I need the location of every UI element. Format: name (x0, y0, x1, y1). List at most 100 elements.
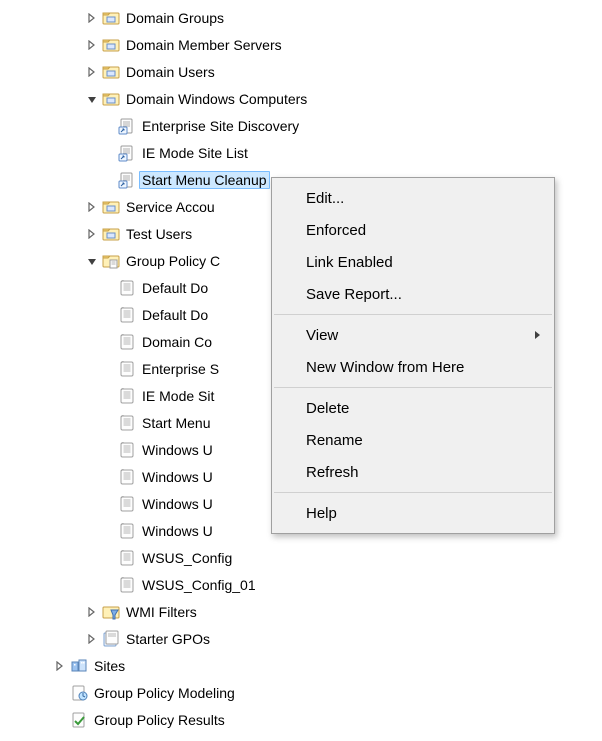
wmi-filters-icon (102, 603, 120, 621)
menu-item-link-enabled[interactable]: Link Enabled (274, 246, 552, 278)
tree-item-label: Windows U (140, 442, 215, 458)
tree-item-label: Domain Member Servers (124, 37, 284, 53)
ou-folder-icon (102, 225, 120, 243)
tree-item-label: Start Menu Cleanup (139, 171, 270, 189)
ou-folder-icon (102, 198, 120, 216)
gpo-icon (118, 549, 136, 567)
gpo-icon (118, 495, 136, 513)
gpo-icon (118, 576, 136, 594)
tree-item-label: WSUS_Config_01 (140, 577, 258, 593)
ou-folder-icon (102, 9, 120, 27)
tree-item-label: Group Policy C (124, 253, 222, 269)
expand-icon[interactable] (84, 604, 100, 620)
gpo-icon (118, 333, 136, 351)
tree-item-domain-windows-computers[interactable]: Domain Windows Computers (0, 85, 602, 112)
tree-item-label: Windows U (140, 496, 215, 512)
gpo-icon (118, 306, 136, 324)
gp-modeling-icon (70, 684, 88, 702)
menu-item-label: Refresh (306, 464, 359, 481)
expand-icon[interactable] (84, 10, 100, 26)
gpo-icon (118, 414, 136, 432)
tree-item-label: Default Do (140, 280, 210, 296)
tree-item-domain-groups[interactable]: Domain Groups (0, 4, 602, 31)
menu-item-enforced[interactable]: Enforced (274, 214, 552, 246)
tree-item-label: IE Mode Site List (140, 145, 250, 161)
collapse-icon[interactable] (84, 91, 100, 107)
gpo-icon (118, 279, 136, 297)
menu-item-delete[interactable]: Delete (274, 392, 552, 424)
expand-icon[interactable] (84, 631, 100, 647)
submenu-arrow-icon (534, 327, 542, 344)
gpo-folder-icon (102, 252, 120, 270)
tree-item-label: Default Do (140, 307, 210, 323)
gpo-link-icon (118, 117, 136, 135)
tree-item-label: Group Policy Results (92, 712, 227, 728)
ou-folder-icon (102, 36, 120, 54)
menu-item-label: New Window from Here (306, 359, 464, 376)
expand-icon[interactable] (84, 199, 100, 215)
tree-item-wmi-filters[interactable]: WMI Filters (0, 598, 602, 625)
menu-item-label: Enforced (306, 222, 366, 239)
tree-item-label: WMI Filters (124, 604, 199, 620)
tree-item-wsus-config[interactable]: WSUS_Config (0, 544, 602, 571)
tree-item-label: Group Policy Modeling (92, 685, 237, 701)
starter-gpos-icon (102, 630, 120, 648)
ou-folder-icon (102, 63, 120, 81)
tree-item-label: Test Users (124, 226, 194, 242)
tree-item-label: Domain Windows Computers (124, 91, 309, 107)
menu-item-edit[interactable]: Edit... (274, 182, 552, 214)
menu-item-label: Delete (306, 400, 349, 417)
menu-item-rename[interactable]: Rename (274, 424, 552, 456)
tree-item-label: WSUS_Config (140, 550, 234, 566)
tree-item-label: Starter GPOs (124, 631, 212, 647)
ou-folder-icon (102, 90, 120, 108)
context-menu[interactable]: Edit... Enforced Link Enabled Save Repor… (271, 177, 555, 534)
tree-item-domain-users[interactable]: Domain Users (0, 58, 602, 85)
gpo-icon (118, 468, 136, 486)
tree-item-label: Domain Co (140, 334, 214, 350)
tree-item-gp-results[interactable]: Group Policy Results (0, 706, 602, 733)
menu-item-help[interactable]: Help (274, 497, 552, 529)
menu-item-label: Link Enabled (306, 254, 393, 271)
menu-item-label: Save Report... (306, 286, 402, 303)
tree-item-ie-mode-site-list[interactable]: IE Mode Site List (0, 139, 602, 166)
tree-item-label: Windows U (140, 469, 215, 485)
tree-item-label: Service Accou (124, 199, 217, 215)
expand-icon[interactable] (84, 37, 100, 53)
collapse-icon[interactable] (84, 253, 100, 269)
gpo-icon (118, 387, 136, 405)
tree-item-label: Start Menu (140, 415, 212, 431)
tree-item-label: Sites (92, 658, 127, 674)
expand-icon[interactable] (52, 658, 68, 674)
menu-item-refresh[interactable]: Refresh (274, 456, 552, 488)
menu-item-save-report[interactable]: Save Report... (274, 278, 552, 310)
gpo-icon (118, 522, 136, 540)
tree-item-domain-member-servers[interactable]: Domain Member Servers (0, 31, 602, 58)
menu-item-label: Edit... (306, 190, 344, 207)
tree-item-gp-modeling[interactable]: Group Policy Modeling (0, 679, 602, 706)
menu-item-new-window[interactable]: New Window from Here (274, 351, 552, 383)
tree-item-wsus-config-01[interactable]: WSUS_Config_01 (0, 571, 602, 598)
gpo-link-icon (118, 171, 136, 189)
menu-separator (274, 492, 552, 493)
tree-item-label: Enterprise S (140, 361, 221, 377)
gpo-icon (118, 360, 136, 378)
menu-separator (274, 387, 552, 388)
menu-item-label: Rename (306, 432, 363, 449)
tree-item-label: IE Mode Sit (140, 388, 216, 404)
expand-icon[interactable] (84, 226, 100, 242)
menu-separator (274, 314, 552, 315)
gpo-link-icon (118, 144, 136, 162)
menu-item-view[interactable]: View (274, 319, 552, 351)
expand-icon[interactable] (84, 64, 100, 80)
tree-item-enterprise-site-discovery[interactable]: Enterprise Site Discovery (0, 112, 602, 139)
tree-item-starter-gpos[interactable]: Starter GPOs (0, 625, 602, 652)
tree-item-label: Domain Groups (124, 10, 226, 26)
gpo-icon (118, 441, 136, 459)
tree-item-label: Domain Users (124, 64, 217, 80)
menu-item-label: Help (306, 505, 337, 522)
tree-item-sites[interactable]: Sites (0, 652, 602, 679)
tree-item-label: Windows U (140, 523, 215, 539)
gp-results-icon (70, 711, 88, 729)
tree-item-label: Enterprise Site Discovery (140, 118, 301, 134)
